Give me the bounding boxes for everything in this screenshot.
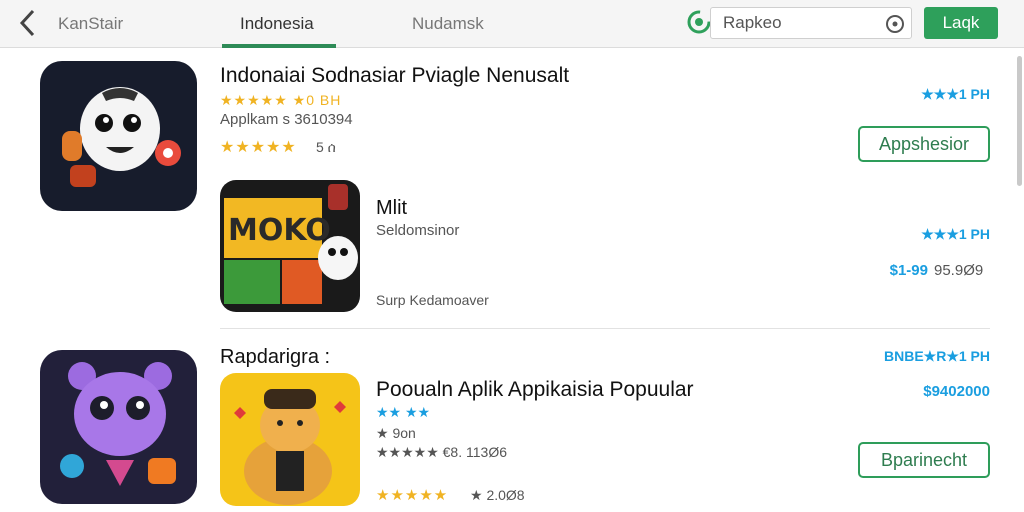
section-title: Rapdarigra : bbox=[220, 346, 331, 368]
install-button[interactable]: Appshesior bbox=[858, 126, 990, 162]
app-subtitle: Seldomsinor bbox=[376, 222, 460, 239]
secondary-price: 95.9Ø9 bbox=[934, 262, 984, 279]
app-title[interactable]: Mlit bbox=[376, 197, 407, 220]
price: $9402000 bbox=[923, 383, 990, 400]
right-label: BNBE★R★1 PH bbox=[883, 348, 990, 364]
app-title[interactable]: Pooualn Aplik Appikaisia Popuular bbox=[376, 378, 694, 402]
app-title: KanStair bbox=[58, 14, 124, 33]
app-meta: ★ 9on bbox=[376, 425, 416, 441]
review-count: 5 ሰ bbox=[316, 139, 336, 155]
tab-indonesia[interactable]: Indonesia bbox=[240, 14, 314, 34]
price: $1-99 bbox=[889, 262, 928, 279]
tab-nudamsk[interactable]: Nudamsk bbox=[412, 14, 484, 34]
app-footer: Surp Kedamoaver bbox=[376, 292, 489, 308]
badge-text: MOKO bbox=[228, 213, 331, 248]
app-meta: Applkam s 3610394 bbox=[220, 111, 353, 128]
divider bbox=[220, 328, 990, 329]
rating-line: ★★★★★ ★0 ВН bbox=[220, 92, 342, 108]
app-icon-creature[interactable] bbox=[40, 350, 197, 504]
active-tab-indicator bbox=[222, 44, 336, 48]
right-label: ★★★1 PH bbox=[921, 226, 990, 242]
top-bar: KanStair Indonesia Nudamsk Laqk bbox=[0, 0, 1024, 48]
app-title[interactable]: Indonaiai Sodnasiar Pviagle Nenusalt bbox=[220, 64, 569, 88]
app-rating-count: ★★★★★ €8. 113Ø6 bbox=[376, 444, 507, 460]
star-rating: ★★★★★ bbox=[220, 139, 297, 156]
app-icon-chef[interactable] bbox=[220, 373, 360, 506]
star-rating: ★★★★★ bbox=[376, 487, 449, 504]
install-button[interactable]: Bparinecht bbox=[858, 442, 990, 478]
search-field[interactable] bbox=[710, 7, 912, 39]
scrollbar[interactable] bbox=[1017, 56, 1022, 186]
search-bar bbox=[686, 7, 912, 39]
app-footer: ★ 2.0Ø8 bbox=[470, 487, 525, 503]
play-store-icon bbox=[686, 9, 712, 35]
app-icon-moko[interactable]: MOKO bbox=[220, 180, 360, 312]
clock-icon[interactable] bbox=[885, 14, 905, 34]
chevron-left-icon[interactable] bbox=[18, 8, 46, 40]
rating-line: ★★ ★★ bbox=[376, 404, 431, 420]
right-label: ★★★1 PH bbox=[921, 86, 990, 102]
app-icon-ghost[interactable] bbox=[40, 61, 197, 211]
look-button[interactable]: Laqk bbox=[924, 7, 998, 39]
search-input[interactable] bbox=[723, 13, 873, 33]
